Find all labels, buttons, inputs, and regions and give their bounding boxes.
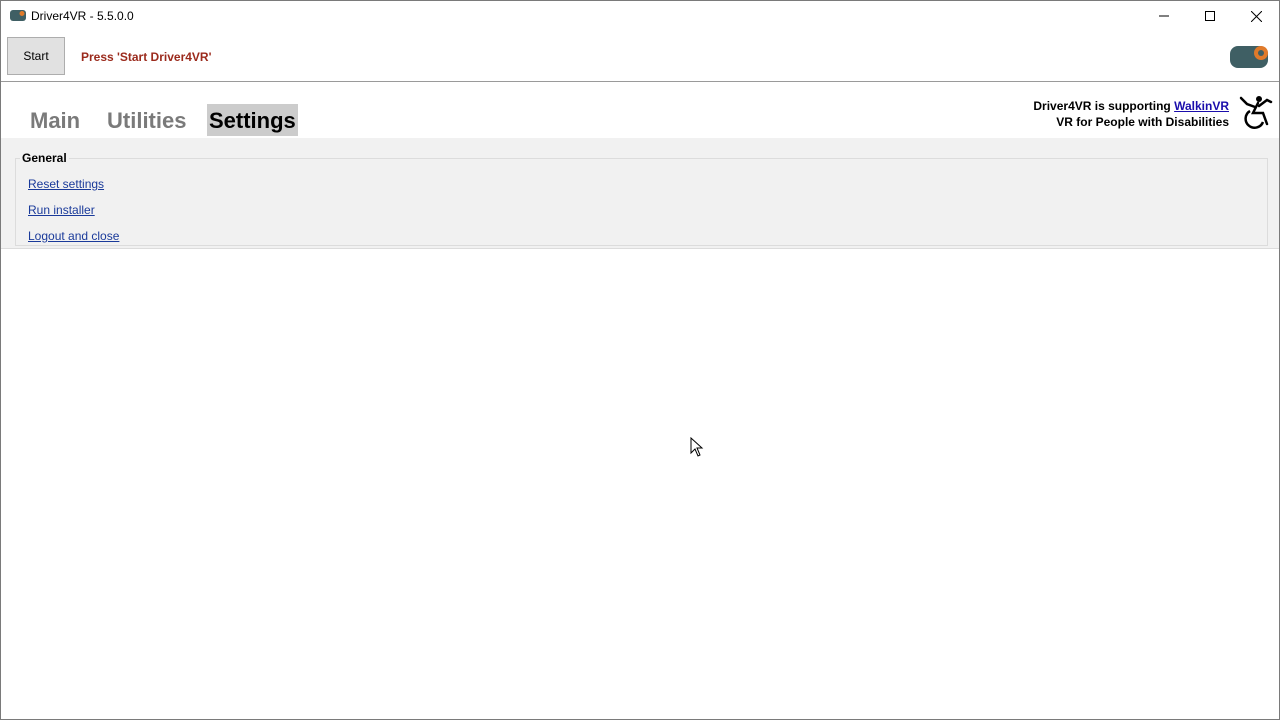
- app-icon: [10, 10, 26, 21]
- mouse-cursor-icon: [690, 437, 704, 457]
- title-bar[interactable]: Driver4VR - 5.5.0.0: [1, 1, 1279, 31]
- reset-settings-link[interactable]: Reset settings: [28, 177, 104, 191]
- toolbar: Start Press 'Start Driver4VR': [1, 31, 1279, 82]
- support-line2: VR for People with Disabilities: [1056, 115, 1229, 129]
- driver4vr-logo-icon: [1230, 46, 1268, 68]
- minimize-button[interactable]: [1141, 1, 1187, 31]
- tab-settings[interactable]: Settings: [207, 104, 298, 136]
- minimize-icon: [1159, 15, 1169, 17]
- general-group: [15, 158, 1268, 246]
- maximize-button[interactable]: [1187, 1, 1233, 31]
- app-window: Driver4VR - 5.5.0.0 Start Press 'Start D…: [0, 0, 1280, 720]
- support-banner: Driver4VR is supporting WalkinVR VR for …: [1033, 98, 1229, 130]
- window-title: Driver4VR - 5.5.0.0: [31, 9, 134, 23]
- tab-main[interactable]: Main: [28, 104, 82, 136]
- tab-utilities[interactable]: Utilities: [105, 104, 188, 136]
- status-text: Press 'Start Driver4VR': [81, 50, 212, 64]
- run-installer-link[interactable]: Run installer: [28, 203, 95, 217]
- close-button[interactable]: [1233, 1, 1279, 31]
- maximize-icon: [1205, 11, 1215, 21]
- close-icon: [1250, 10, 1262, 22]
- wheelchair-icon[interactable]: [1237, 94, 1273, 130]
- walkinvr-link[interactable]: WalkinVR: [1174, 99, 1229, 113]
- logout-and-close-link[interactable]: Logout and close: [28, 229, 119, 243]
- support-prefix: Driver4VR is supporting: [1033, 99, 1175, 113]
- group-title-general: General: [20, 151, 69, 165]
- start-button[interactable]: Start: [7, 37, 65, 75]
